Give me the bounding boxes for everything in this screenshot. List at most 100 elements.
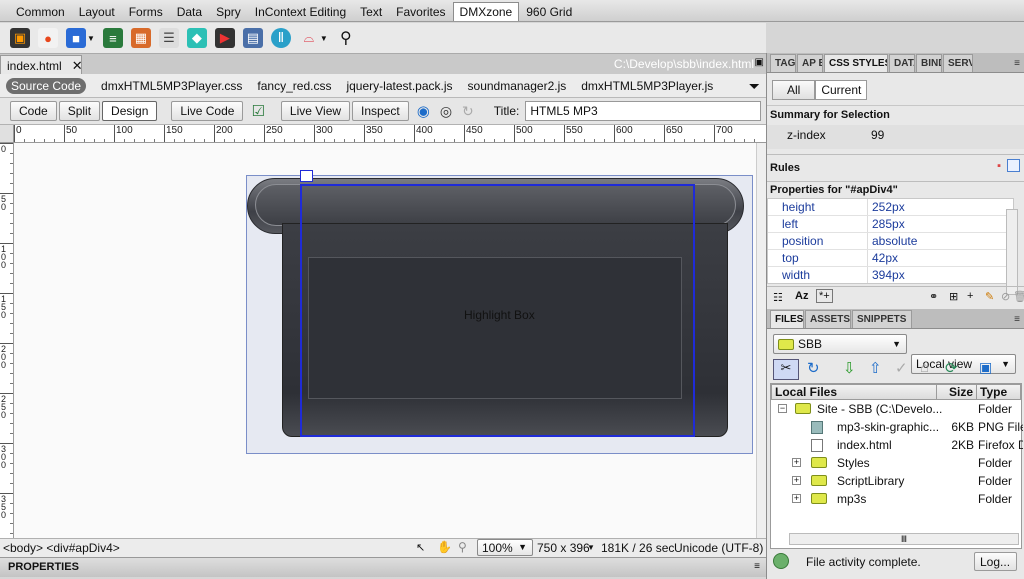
player-icon[interactable]: Ⅱ [270,28,291,48]
window-size[interactable]: 750 x 396 [537,541,590,555]
insert-tab-data[interactable]: Data [170,2,209,21]
live-view-button[interactable]: Live View [280,101,351,121]
tag-selector[interactable]: <body> <div#apDiv4> [3,541,120,555]
property-row[interactable]: position absolute [768,233,1013,250]
vertical-scrollbar[interactable] [756,143,766,538]
related-file-link[interactable]: dmxHTML5MP3Player.css [101,79,242,93]
az-view-icon[interactable]: Az [795,290,808,302]
sync-icon[interactable]: ⟳ [945,359,958,377]
globe-icon[interactable]: ◉ [417,102,430,120]
code-view-button[interactable]: Code [10,101,57,121]
inspect-button[interactable]: Inspect [352,101,409,121]
edit-icon[interactable]: ✎ [985,290,994,303]
zoom-tool-icon[interactable]: ⚲ [458,540,467,554]
chevron-down-icon[interactable]: ▼ [320,34,328,43]
new-style-icon[interactable]: + [967,290,973,302]
tab-snippets[interactable]: SNIPPETS [852,310,912,328]
property-value[interactable]: absolute [868,233,917,249]
tab-ap-e[interactable]: AP E [797,54,823,72]
panel-menu-icon[interactable]: ≡ [1014,58,1020,69]
panel-menu-icon[interactable]: ≡ [1014,314,1020,325]
search-icon[interactable]: ⚲ [336,28,356,48]
about-icon[interactable] [1007,159,1020,172]
property-row[interactable]: height 252px [768,199,1013,216]
insert-tab-dmxzone[interactable]: DMXzone [452,2,520,21]
category-view-icon[interactable]: ☷ [773,291,783,304]
photo-icon[interactable]: ▦ [130,28,151,48]
horizontal-scrollbar[interactable]: Ⅲ [789,533,1019,545]
tree-toggle-icon[interactable]: + [792,476,801,485]
properties-panel-header[interactable]: PROPERTIES ≡ [0,557,766,577]
tree-toggle-icon[interactable]: + [792,494,801,503]
design-view-button[interactable]: Design [102,101,158,121]
insert-tab-text[interactable]: Text [353,2,389,21]
log-button[interactable]: Log... [974,552,1017,571]
restore-icon[interactable]: ▣ [755,57,764,68]
tree-toggle-icon[interactable]: + [792,458,801,467]
flash-icon[interactable]: ▣ [10,28,30,48]
related-file-link[interactable]: jquery-latest.pack.js [346,79,452,93]
disable-icon[interactable]: ⊘ [1001,290,1010,303]
chevron-down-icon[interactable]: ▼ [87,34,95,43]
file-row[interactable]: index.html 2KB Firefox D [771,436,1023,454]
gallery-icon[interactable]: ◆ [186,28,207,48]
property-row[interactable]: left 285px [768,216,1013,233]
check-out-icon[interactable]: ✓ [895,359,908,377]
check-in-icon[interactable]: ⌂ [920,359,929,376]
tab-tag[interactable]: TAG [770,54,796,72]
attach-icon[interactable]: ⚭ [929,290,938,303]
eye-icon[interactable]: ◎ [440,103,452,120]
split-view-button[interactable]: Split [58,101,101,121]
filter-icon[interactable]: ⏷ [749,78,760,95]
source-code-button[interactable]: Source Code [6,77,87,94]
put-files-icon[interactable]: ⇧ [869,359,882,377]
design-canvas[interactable]: Highlight Box [14,143,766,538]
file-row[interactable]: + Styles Folder [771,454,1021,472]
insert-tab-incontext-editing[interactable]: InContext Editing [248,2,353,21]
site-select[interactable]: SBB ▼ [773,334,907,354]
new-rule-icon[interactable]: ⊞ [949,290,958,303]
highlight-box[interactable]: Highlight Box [300,184,695,437]
insert-tab-layout[interactable]: Layout [72,2,122,21]
list-icon[interactable]: ☰ [158,28,179,48]
get-files-icon[interactable]: ⇩ [843,359,856,377]
select-tool-icon[interactable]: ↖ [416,541,425,554]
expand-icon[interactable]: ▣ [979,359,992,376]
panel-menu-icon[interactable]: ≡ [754,561,760,572]
title-input[interactable]: HTML5 MP3 [525,101,762,121]
col-type[interactable]: Type [977,385,1007,399]
hand-tool-icon[interactable]: ✋ [437,540,452,554]
connect-icon[interactable]: ✂ [773,359,799,380]
current-mode-button[interactable]: Current [815,80,868,100]
refresh-icon[interactable]: ↻ [462,103,474,120]
swf-icon[interactable]: ● [38,28,58,48]
table-icon[interactable]: ≡ [102,28,123,48]
property-value[interactable]: 42px [868,250,898,266]
toggle-icon[interactable]: ⌓ [298,28,319,48]
insert-tab-favorites[interactable]: Favorites [389,2,452,21]
file-row[interactable]: + mp3s Folder [771,490,1021,508]
related-file-link[interactable]: fancy_red.css [257,79,331,93]
close-icon[interactable]: ✕ [72,58,83,74]
tab-css-styles[interactable]: CSS STYLES [824,54,888,72]
related-file-link[interactable]: soundmanager2.js [468,79,567,93]
tab-bind[interactable]: BIND [916,54,942,72]
properties-scrollbar[interactable] [1006,209,1018,295]
image-icon[interactable]: ■ [66,28,86,48]
zoom-select[interactable]: 100% ▼ [477,539,533,556]
refresh-icon[interactable]: ↻ [807,359,820,377]
property-value[interactable]: 252px [868,199,905,215]
summary-row[interactable]: z-index 99 [767,125,1024,145]
related-file-link[interactable]: dmxHTML5MP3Player.js [581,79,713,93]
file-row[interactable]: + ScriptLibrary Folder [771,472,1021,490]
tree-toggle-icon[interactable]: − [778,404,787,413]
set-properties-icon[interactable]: *+ [816,289,833,303]
col-size[interactable]: Size [937,385,977,399]
property-value[interactable]: 285px [868,216,905,232]
tab-files[interactable]: FILES [770,310,804,328]
file-row[interactable]: − Site - SBB (C:\Develo... Folder [771,400,1021,418]
tab-assets[interactable]: ASSETS [805,310,851,328]
insert-tab-common[interactable]: Common [9,2,72,21]
insert-tab-960-grid[interactable]: 960 Grid [519,2,579,21]
col-local-files[interactable]: Local Files [772,385,937,399]
